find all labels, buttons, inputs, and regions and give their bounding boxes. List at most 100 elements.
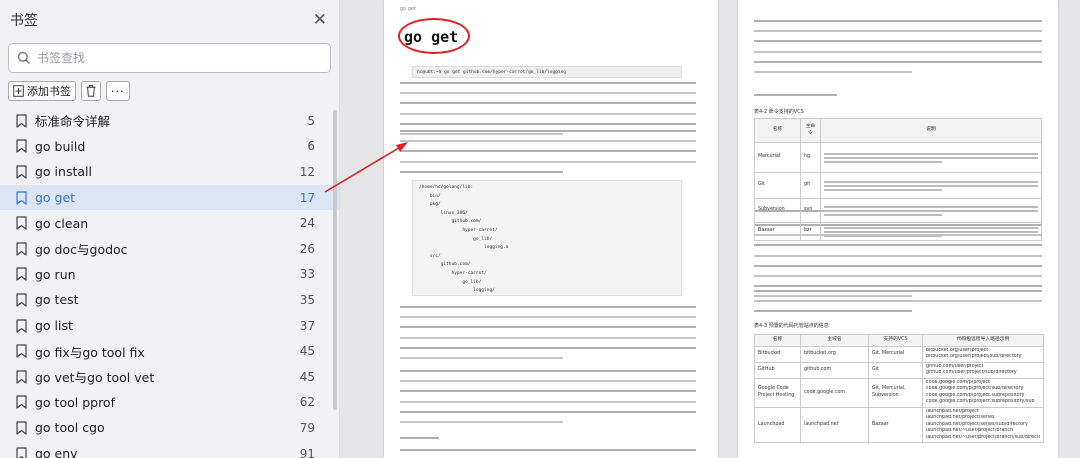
sidebar-item[interactable]: go doc与godoc 26: [0, 236, 339, 262]
text-line: [754, 310, 913, 313]
site-vcs: Git, Mercurial, Subversion: [868, 377, 923, 408]
close-icon[interactable]: ✕: [313, 10, 327, 30]
sidebar-item[interactable]: go vet与go tool vet 45: [0, 364, 339, 390]
import-path-example: bitbucket.org/user/project/sub/directory: [926, 354, 1022, 360]
text-line: [400, 92, 696, 95]
bookmark-label: go doc与godoc: [35, 242, 128, 258]
sidebar-item[interactable]: go list 37: [0, 313, 339, 339]
sidebar-item[interactable]: go get 17: [0, 184, 339, 211]
sidebar-item[interactable]: 标准命令详解 5: [0, 108, 339, 134]
site-name: Launchpad: [754, 406, 801, 444]
bookmark-label: 标准命令详解: [35, 114, 111, 130]
text-line: [754, 94, 837, 96]
text-line: [400, 122, 696, 125]
text-line: [400, 449, 696, 451]
table-header: 名称: [754, 334, 801, 347]
table2-caption: 表4-3 预置的代码托管站点的信息: [754, 323, 829, 329]
table-row: Mercurial hg: [754, 142, 1042, 173]
bookmark-label: go get: [35, 190, 76, 206]
table-header: 说明: [820, 118, 1042, 143]
text-line: [400, 150, 696, 153]
text-line: [400, 170, 563, 173]
trash-icon: [86, 85, 96, 97]
sidebar-item[interactable]: go test 35: [0, 287, 339, 313]
bookmark-label: go list: [35, 318, 73, 334]
sidebar-scrollbar[interactable]: [333, 110, 337, 410]
text-line: [400, 400, 696, 403]
add-bookmark-button[interactable]: 添加书签: [8, 81, 76, 101]
code-block: /home/hc/golang/lib: bin/ pkg/ linux_386…: [412, 180, 682, 296]
more-options-button[interactable]: ···: [106, 81, 130, 101]
code-line: github.com/: [419, 262, 471, 268]
add-bookmark-icon: [13, 85, 24, 97]
text-line: [754, 254, 1042, 257]
site-domain: code.google.com: [800, 377, 869, 408]
site-name: Bitbucket: [754, 346, 801, 363]
sidebar-item[interactable]: go env 91: [0, 441, 339, 458]
bookmark-search[interactable]: [8, 43, 331, 73]
text-line: [754, 290, 1042, 292]
bookmark-page-number: 35: [299, 292, 315, 307]
vcs-description: [820, 172, 1042, 199]
bookmark-page-number: 62: [299, 395, 315, 410]
sidebar-item[interactable]: go clean 24: [0, 210, 339, 236]
table-row: Git git: [754, 172, 1042, 199]
bookmark-search-input[interactable]: [37, 51, 297, 65]
text-line: [400, 112, 696, 115]
more-icon: ···: [111, 84, 125, 98]
bookmark-page-number: 37: [299, 318, 315, 333]
bookmark-page-number: 33: [299, 267, 315, 282]
vcs-command: bzr: [800, 222, 821, 241]
table-header: 名称: [754, 118, 801, 143]
bookmark-icon: [16, 421, 27, 435]
vcs-description: [820, 222, 1042, 241]
bookmark-icon: [16, 267, 27, 281]
code-line: logging.a: [419, 245, 509, 251]
import-path-example: github.com/user/project/sub/directory: [926, 370, 1017, 376]
search-icon: [17, 51, 31, 65]
text-line: [754, 264, 1042, 267]
text-line: [400, 140, 696, 143]
vcs-name: Git: [754, 172, 801, 199]
text-line: [400, 133, 563, 135]
bookmark-page-number: 79: [299, 420, 315, 435]
site-vcs: Bazaar: [868, 406, 923, 444]
sidebar-item[interactable]: go build 6: [0, 134, 339, 160]
code-line: bin/: [419, 193, 441, 199]
bookmark-icon: [16, 165, 27, 179]
site-domain: launchpad.net: [800, 406, 869, 444]
bookmark-label: go clean: [35, 215, 89, 231]
table-row: Google Code Project Hosting code.google.c…: [754, 377, 1044, 408]
sidebar-item[interactable]: go tool cgo 79: [0, 415, 339, 441]
text-line: [754, 244, 1042, 247]
text-line: [754, 30, 1042, 33]
sidebar-item[interactable]: go fix与go tool fix 45: [0, 338, 339, 364]
text-line: [754, 50, 1042, 53]
delete-bookmark-button[interactable]: [81, 81, 101, 101]
bookmark-page-number: 17: [299, 190, 315, 205]
table-row: Subversion svn: [754, 198, 1042, 223]
text-line: [400, 316, 696, 319]
text-line: [400, 326, 696, 329]
site-examples: github.com/user/project github.com/user/p…: [922, 361, 1044, 379]
bookmark-label: go env: [35, 446, 78, 458]
table-header: 代码包远程导入路径示例: [922, 334, 1044, 347]
text-line: [400, 306, 696, 308]
site-examples: launchpad.net/project launchpad.net/proje…: [922, 406, 1044, 444]
bookmark-page-number: 91: [299, 446, 315, 458]
bookmark-icon: [16, 370, 27, 384]
import-path-example: code.google.com/p/project/sub/directory: [926, 386, 1024, 392]
add-bookmark-label: 添加书签: [27, 85, 71, 98]
sidebar-item[interactable]: go tool pprof 62: [0, 390, 339, 416]
text-line: [754, 300, 1042, 303]
sidebar-item[interactable]: go install 12: [0, 159, 339, 185]
text-line: [400, 336, 696, 339]
text-line: [754, 285, 1042, 288]
text-line: [754, 71, 913, 73]
text-line: [754, 295, 913, 298]
code-line: pkg/: [419, 202, 441, 208]
text-line: [400, 346, 696, 349]
bookmark-icon: [16, 139, 27, 153]
site-name: Google Code Project Hosting: [754, 377, 801, 408]
sidebar-item[interactable]: go run 33: [0, 262, 339, 288]
